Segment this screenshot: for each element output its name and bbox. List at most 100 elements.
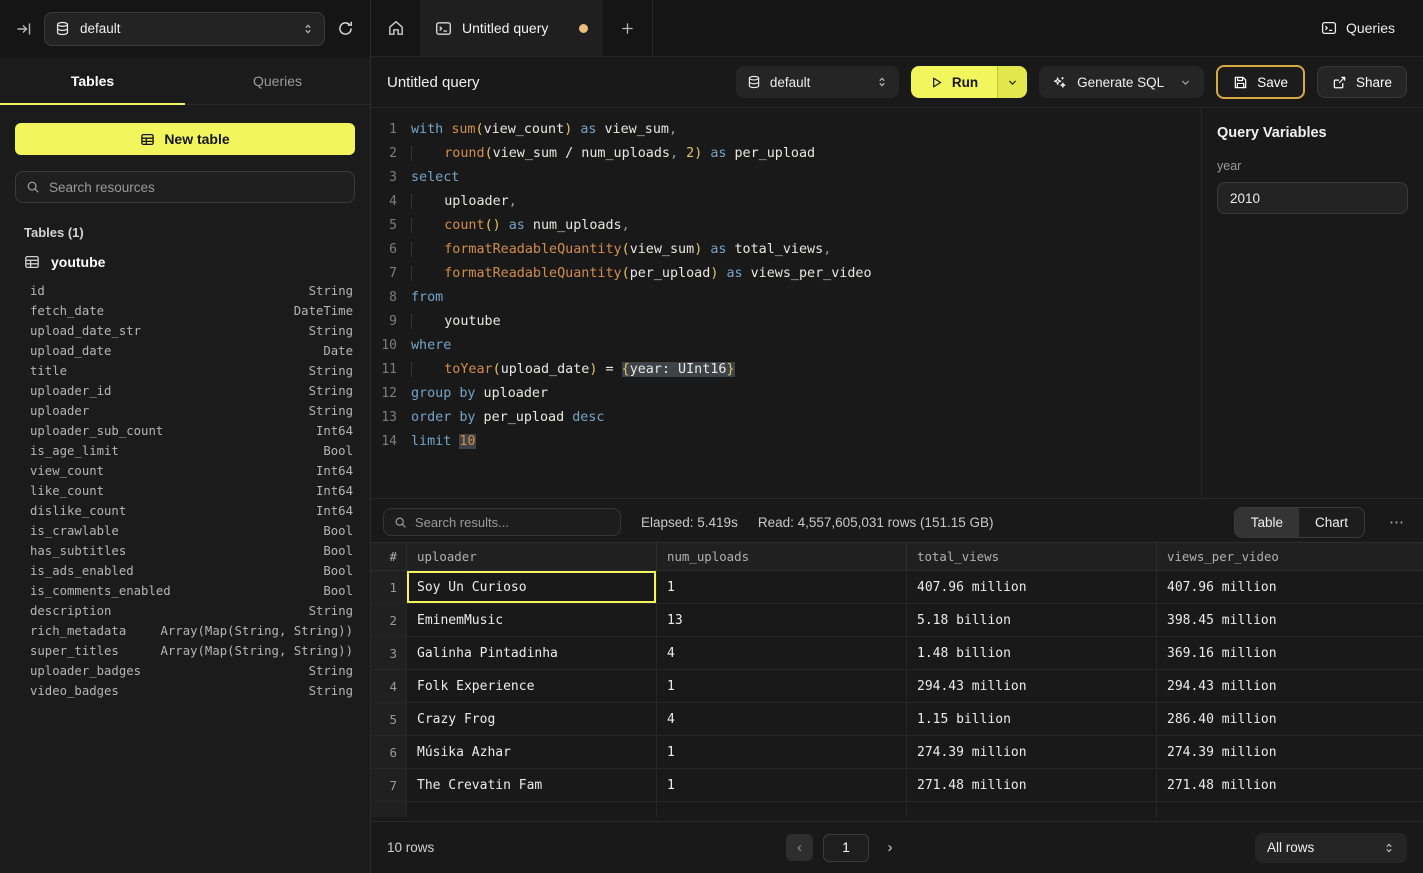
table-cell[interactable]: 274.39 million bbox=[1157, 736, 1423, 768]
code-line[interactable]: 5 count() as num_uploads, bbox=[371, 213, 1201, 237]
table-cell[interactable]: 4 bbox=[657, 637, 907, 669]
column-row[interactable]: super_titlesArray(Map(String, String)) bbox=[30, 641, 353, 661]
row-number[interactable]: 7 bbox=[371, 769, 407, 801]
code-line[interactable]: 6 formatReadableQuantity(view_sum) as to… bbox=[371, 237, 1201, 261]
table-cell[interactable]: 13 bbox=[657, 604, 907, 636]
column-row[interactable]: idString bbox=[30, 281, 353, 301]
table-cell[interactable]: 271.48 million bbox=[907, 769, 1157, 801]
code-line[interactable]: 11 toYear(upload_date) = {year: UInt16} bbox=[371, 357, 1201, 381]
column-row[interactable]: is_ads_enabledBool bbox=[30, 561, 353, 581]
table-cell[interactable]: 1 bbox=[657, 736, 907, 768]
table-cell[interactable]: 1.15 billion bbox=[907, 703, 1157, 735]
column-row[interactable]: dislike_countInt64 bbox=[30, 501, 353, 521]
column-row[interactable]: has_subtitlesBool bbox=[30, 541, 353, 561]
home-button[interactable] bbox=[371, 0, 420, 56]
queries-button[interactable]: Queries bbox=[1321, 20, 1395, 36]
chevron-down-icon[interactable] bbox=[1180, 77, 1191, 88]
table-cell[interactable]: Folk Experience bbox=[407, 670, 657, 702]
column-row[interactable]: view_countInt64 bbox=[30, 461, 353, 481]
code-line[interactable]: 12group by uploader bbox=[371, 381, 1201, 405]
code-line[interactable]: 13order by per_upload desc bbox=[371, 405, 1201, 429]
code-line[interactable]: 3select bbox=[371, 165, 1201, 189]
row-number[interactable]: 6 bbox=[371, 736, 407, 768]
column-row[interactable]: rich_metadataArray(Map(String, String)) bbox=[30, 621, 353, 641]
sidebar-tab-queries[interactable]: Queries bbox=[185, 57, 370, 104]
more-menu-icon[interactable]: ⋯ bbox=[1385, 513, 1409, 531]
next-page-button[interactable]: › bbox=[879, 834, 901, 861]
code-line[interactable]: 2 round(view_sum / num_uploads, 2) as pe… bbox=[371, 141, 1201, 165]
column-row[interactable]: uploader_idString bbox=[30, 381, 353, 401]
code-line[interactable]: 9 youtube bbox=[371, 309, 1201, 333]
column-row[interactable]: like_countInt64 bbox=[30, 481, 353, 501]
table-cell[interactable]: 1.48 billion bbox=[907, 637, 1157, 669]
share-button[interactable]: Share bbox=[1317, 66, 1407, 98]
table-cell[interactable]: Soy Un Curioso bbox=[407, 571, 657, 603]
column-header[interactable]: views_per_video bbox=[1157, 543, 1423, 570]
table-cell[interactable]: 294.43 million bbox=[907, 670, 1157, 702]
code-line[interactable]: 7 formatReadableQuantity(per_upload) as … bbox=[371, 261, 1201, 285]
column-header[interactable]: uploader bbox=[407, 543, 657, 570]
table-cell[interactable]: 294.43 million bbox=[1157, 670, 1423, 702]
view-toggle-table[interactable]: Table bbox=[1235, 508, 1299, 537]
table-cell[interactable]: 271.48 million bbox=[1157, 769, 1423, 801]
search-resources-input[interactable] bbox=[49, 180, 344, 195]
column-row[interactable]: upload_date_strString bbox=[30, 321, 353, 341]
sidebar-search[interactable] bbox=[15, 171, 355, 203]
sidebar-tab-tables[interactable]: Tables bbox=[0, 57, 185, 104]
collapse-sidebar-icon[interactable] bbox=[16, 21, 32, 37]
sidebar-database-selector[interactable]: default bbox=[44, 12, 325, 46]
row-number[interactable]: 2 bbox=[371, 604, 407, 636]
table-cell[interactable]: 407.96 million bbox=[1157, 571, 1423, 603]
table-cell[interactable]: 4 bbox=[657, 703, 907, 735]
column-row[interactable]: fetch_dateDateTime bbox=[30, 301, 353, 321]
column-row[interactable]: titleString bbox=[30, 361, 353, 381]
table-cell[interactable]: Crazy Frog bbox=[407, 703, 657, 735]
run-options-button[interactable] bbox=[997, 66, 1027, 98]
code-line[interactable]: 1with sum(view_count) as view_sum, bbox=[371, 117, 1201, 141]
sql-editor[interactable]: 1with sum(view_count) as view_sum,2 roun… bbox=[371, 108, 1201, 498]
column-row[interactable]: video_badgesString bbox=[30, 681, 353, 701]
row-number[interactable]: 4 bbox=[371, 670, 407, 702]
variable-year-input[interactable] bbox=[1217, 182, 1408, 214]
table-cell[interactable]: 5.18 billion bbox=[907, 604, 1157, 636]
row-number[interactable]: 3 bbox=[371, 637, 407, 669]
column-header[interactable]: total_views bbox=[907, 543, 1157, 570]
table-item-youtube[interactable]: youtube bbox=[0, 250, 370, 274]
table-cell[interactable]: 369.16 million bbox=[1157, 637, 1423, 669]
table-cell[interactable]: 1 bbox=[657, 670, 907, 702]
column-row[interactable]: is_crawlableBool bbox=[30, 521, 353, 541]
previous-page-button[interactable]: ‹ bbox=[786, 834, 813, 861]
tab-untitled-query[interactable]: Untitled query bbox=[420, 0, 603, 56]
column-row[interactable]: upload_dateDate bbox=[30, 341, 353, 361]
table-cell[interactable]: Galinha Pintadinha bbox=[407, 637, 657, 669]
save-button[interactable]: Save bbox=[1216, 65, 1305, 99]
table-cell[interactable]: EminemMusic bbox=[407, 604, 657, 636]
column-row[interactable]: is_age_limitBool bbox=[30, 441, 353, 461]
view-toggle-chart[interactable]: Chart bbox=[1299, 508, 1364, 537]
code-line[interactable]: 8from bbox=[371, 285, 1201, 309]
table-cell[interactable]: 407.96 million bbox=[907, 571, 1157, 603]
new-table-button[interactable]: New table bbox=[15, 123, 355, 155]
column-row[interactable]: is_comments_enabledBool bbox=[30, 581, 353, 601]
row-number[interactable]: 5 bbox=[371, 703, 407, 735]
table-cell[interactable]: Músika Azhar bbox=[407, 736, 657, 768]
table-cell[interactable]: 398.45 million bbox=[1157, 604, 1423, 636]
column-header[interactable]: num_uploads bbox=[657, 543, 907, 570]
table-cell[interactable]: 1 bbox=[657, 571, 907, 603]
code-line[interactable]: 4 uploader, bbox=[371, 189, 1201, 213]
column-row[interactable]: uploader_sub_countInt64 bbox=[30, 421, 353, 441]
page-size-selector[interactable]: All rows bbox=[1255, 833, 1407, 863]
column-row[interactable]: uploader_badgesString bbox=[30, 661, 353, 681]
results-search[interactable] bbox=[383, 508, 621, 536]
column-row[interactable]: uploaderString bbox=[30, 401, 353, 421]
current-page-input[interactable]: 1 bbox=[823, 834, 869, 862]
new-tab-button[interactable] bbox=[603, 0, 653, 56]
code-line[interactable]: 10where bbox=[371, 333, 1201, 357]
code-line[interactable]: 14limit 10 bbox=[371, 429, 1201, 453]
table-cell[interactable]: 286.40 million bbox=[1157, 703, 1423, 735]
column-row[interactable]: descriptionString bbox=[30, 601, 353, 621]
column-header[interactable]: # bbox=[371, 543, 407, 570]
table-cell[interactable]: The Crevatin Fam bbox=[407, 769, 657, 801]
generate-sql-button[interactable]: Generate SQL bbox=[1039, 66, 1204, 98]
toolbar-database-selector[interactable]: default bbox=[736, 66, 899, 98]
